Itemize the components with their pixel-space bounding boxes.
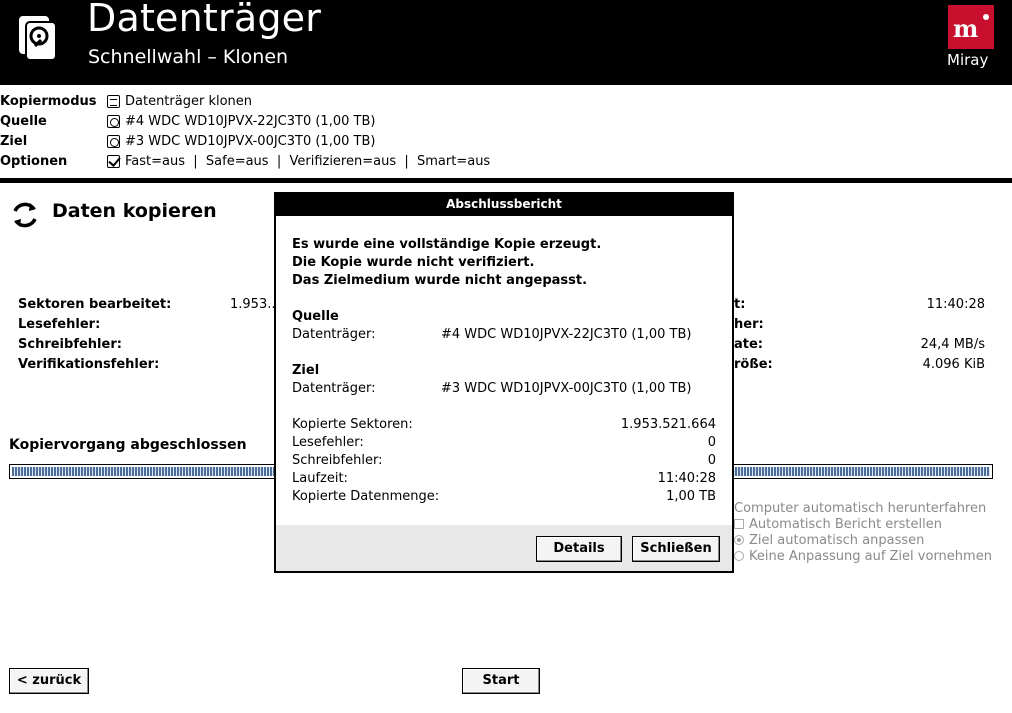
source-value: #4 WDC WD10JPVX-22JC3T0 (1,00 TB)	[441, 327, 692, 342]
info-row-source: Quelle #4 WDC WD10JPVX-22JC3T0 (1,00 TB)	[0, 114, 700, 134]
summary-label: Schreibfehler:	[292, 453, 383, 468]
summary-label: Laufzeit:	[292, 471, 348, 486]
stat-value: 24,4 MB/s	[920, 337, 985, 352]
stat-label: röße:	[734, 357, 773, 372]
brand-name: Miray	[947, 51, 989, 69]
checkbox-icon	[107, 155, 120, 168]
option-adjust-radio[interactable]	[734, 535, 744, 545]
source-label: Datenträger:	[292, 327, 376, 342]
info-value: Fast=aus | Safe=aus | Verifizieren=aus |…	[125, 154, 491, 169]
refresh-icon	[13, 202, 37, 228]
miray-logo: m Miray	[947, 5, 994, 71]
dialog-message: Das Zielmedium wurde nicht angepasst.	[292, 273, 588, 288]
summary-value: 0	[707, 435, 716, 450]
page-title: Datenträger	[87, 0, 322, 40]
divider	[0, 178, 1012, 183]
summary-value: 1.953.521.664	[620, 417, 716, 432]
info-row-options: Optionen Fast=aus | Safe=aus | Verifizie…	[0, 154, 700, 174]
stat-label: t:	[734, 297, 746, 312]
info-value: Datenträger klonen	[125, 94, 253, 109]
option-report-label: Automatisch Bericht erstellen	[749, 517, 942, 532]
back-button[interactable]: < zurück	[9, 668, 89, 694]
summary-label: Lesefehler:	[292, 435, 364, 450]
clone-icon	[107, 95, 120, 108]
info-label: Quelle	[0, 114, 47, 129]
stat-label: ate:	[734, 337, 764, 352]
summary-value: 0	[707, 453, 716, 468]
option-report-checkbox[interactable]	[734, 519, 744, 529]
start-button[interactable]: Start	[462, 668, 540, 694]
summary-label: Kopierte Datenmenge:	[292, 489, 440, 504]
target-heading: Ziel	[292, 363, 320, 378]
option-no-adjust-label: Keine Anpassung auf Ziel vornehmen	[749, 549, 992, 564]
stat-value: 4.096 KiB	[922, 357, 985, 372]
info-value: #4 WDC WD10JPVX-22JC3T0 (1,00 TB)	[125, 114, 376, 129]
dialog-message: Die Kopie wurde nicht verifiziert.	[292, 255, 535, 270]
page-subtitle: Schnellwahl – Klonen	[88, 46, 289, 68]
disk-icon	[107, 135, 120, 148]
app-header: Datenträger Schnellwahl – Klonen m Miray	[0, 0, 1012, 85]
report-dialog: Abschlussbericht Es wurde eine vollständ…	[274, 192, 734, 573]
summary-value: 11:40:28	[657, 471, 716, 486]
option-no-adjust-radio[interactable]	[734, 551, 744, 561]
info-row-target: Ziel #3 WDC WD10JPVX-00JC3T0 (1,00 TB)	[0, 134, 700, 154]
dialog-title: Abschlussbericht	[276, 194, 732, 216]
close-button[interactable]: Schließen	[632, 536, 720, 562]
stat-label: Lesefehler:	[18, 317, 101, 332]
hard-disk-icon	[19, 16, 57, 60]
info-label: Kopiermodus	[0, 94, 97, 109]
dialog-footer: Details Schließen	[276, 525, 732, 571]
info-row-copy-mode: Kopiermodus Datenträger klonen	[0, 94, 700, 114]
stat-label: Sektoren bearbeitet:	[18, 297, 172, 312]
info-label: Ziel	[0, 134, 28, 149]
target-label: Datenträger:	[292, 381, 376, 396]
disk-icon	[107, 115, 120, 128]
stat-value: 1.953..	[230, 297, 276, 312]
stat-value: 11:40:28	[926, 297, 985, 312]
details-button[interactable]: Details	[536, 536, 622, 562]
stat-label: Verifikationsfehler:	[18, 357, 160, 372]
summary-value: 1,00 TB	[666, 489, 716, 504]
option-shutdown: Computer automatisch herunterfahren	[734, 501, 987, 516]
source-heading: Quelle	[292, 309, 339, 324]
info-label: Optionen	[0, 154, 68, 169]
section-title: Daten kopieren	[52, 200, 217, 222]
target-value: #3 WDC WD10JPVX-00JC3T0 (1,00 TB)	[441, 381, 692, 396]
stat-label: Schreibfehler:	[18, 337, 122, 352]
dialog-message: Es wurde eine vollständige Kopie erzeugt…	[292, 237, 602, 252]
info-value: #3 WDC WD10JPVX-00JC3T0 (1,00 TB)	[125, 134, 376, 149]
option-adjust-label: Ziel automatisch anpassen	[749, 533, 925, 548]
progress-title: Kopiervorgang abgeschlossen	[9, 437, 247, 453]
summary-label: Kopierte Sektoren:	[292, 417, 413, 432]
stat-label: her:	[734, 317, 764, 332]
